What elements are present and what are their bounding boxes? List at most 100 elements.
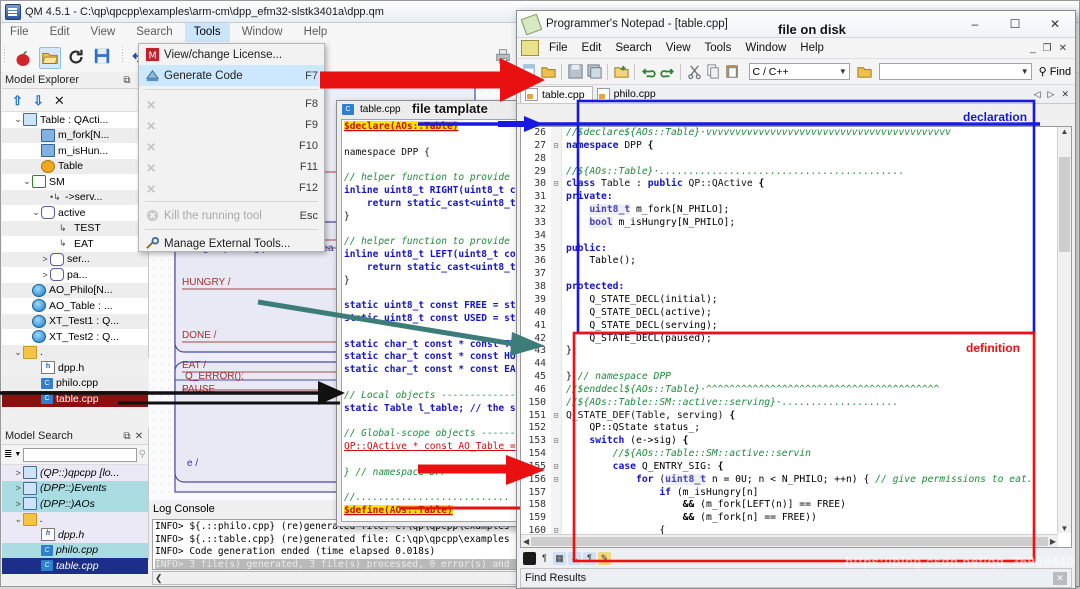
tab-next-icon[interactable]: ▷	[1048, 89, 1055, 100]
pn-menu-view[interactable]: View	[659, 40, 698, 56]
fold-marker-icon[interactable]	[551, 345, 562, 358]
tools-menu-item-manage-external-tools[interactable]: Manage External Tools...	[139, 233, 324, 254]
fold-marker-icon[interactable]	[551, 191, 562, 204]
find-results-close-icon[interactable]: ✕	[1053, 572, 1067, 585]
tools-dropdown-menu[interactable]: MView/change License...Generate CodeF7 F8…	[138, 43, 325, 252]
scroll-thumb[interactable]	[1059, 157, 1070, 252]
model-explorer-row[interactable]: ⌄active	[2, 205, 148, 221]
undock-icon[interactable]: ⧉	[121, 431, 133, 442]
fold-marker-icon[interactable]	[551, 358, 562, 371]
model-explorer-row[interactable]: ⌄SM	[2, 174, 148, 190]
save-icon[interactable]	[567, 63, 584, 81]
bookmark-icon[interactable]	[523, 552, 536, 565]
tree-twisty-icon[interactable]: >	[13, 483, 23, 493]
move-up-icon[interactable]: ⇧	[12, 94, 23, 107]
menu-edit[interactable]: Edit	[41, 23, 79, 42]
pilcrow-icon[interactable]: ¶	[538, 552, 551, 565]
tree-twisty-icon[interactable]: ⌄	[13, 514, 23, 525]
fold-marker-icon[interactable]	[551, 204, 562, 217]
model-explorer-row[interactable]: >pa...	[2, 267, 148, 283]
model-explorer-row[interactable]: Table	[2, 159, 148, 175]
save-all-icon[interactable]	[586, 63, 603, 81]
open-icon[interactable]	[540, 63, 557, 81]
fold-marker-icon[interactable]	[551, 397, 562, 410]
mdi-close-icon[interactable]: ✕	[1059, 43, 1067, 54]
project-icon[interactable]	[856, 63, 873, 81]
scroll-down-icon[interactable]: ▼	[1058, 524, 1071, 533]
tree-twisty-icon[interactable]: >	[40, 254, 50, 264]
close-icon[interactable]: ✕	[133, 431, 145, 442]
minimize-button[interactable]: –	[955, 11, 995, 37]
tools-menu-item-generate-code[interactable]: Generate CodeF7	[139, 65, 324, 86]
fold-marker-icon[interactable]	[551, 333, 562, 346]
tools-menu-item-empty-3[interactable]: F9	[139, 114, 324, 135]
fold-marker-icon[interactable]: ⊟	[551, 178, 562, 191]
template-code-area[interactable]: $declare(AOs::Table)namespace DPP {// he…	[341, 119, 523, 522]
apple-icon[interactable]	[12, 47, 34, 69]
search-icon[interactable]: ⚲	[139, 449, 146, 460]
tree-twisty-icon[interactable]: >	[13, 499, 23, 509]
grid-icon[interactable]: ▦	[553, 552, 566, 565]
model-explorer-row[interactable]: m_fork[N...	[2, 128, 148, 144]
model-explorer-row[interactable]: Cphilo.cpp	[2, 376, 148, 392]
fold-marker-icon[interactable]	[551, 268, 562, 281]
new-icon[interactable]	[521, 63, 538, 81]
close-button[interactable]: ✕	[1035, 11, 1075, 37]
scroll-left-icon[interactable]: ❮	[153, 573, 163, 583]
cut-icon[interactable]	[686, 63, 703, 81]
tools-menu-item-empty-5[interactable]: F11	[139, 156, 324, 177]
fold-marker-icon[interactable]	[551, 512, 562, 525]
scroll-left-icon[interactable]: ◀	[523, 537, 529, 546]
pn-menu-file[interactable]: File	[542, 40, 575, 56]
refresh-icon[interactable]	[66, 47, 88, 69]
fold-marker-icon[interactable]: ⊟	[551, 410, 562, 423]
fold-marker-icon[interactable]: ⊟	[551, 435, 562, 448]
tab-philo-cpp[interactable]: philo.cpp	[593, 86, 663, 103]
fold-marker-icon[interactable]	[551, 217, 562, 230]
print-icon[interactable]	[494, 47, 516, 69]
menu-view[interactable]: View	[81, 23, 124, 42]
fold-marker-icon[interactable]	[551, 384, 562, 397]
model-explorer-row[interactable]: ⌄.	[2, 345, 148, 361]
tab-close-icon[interactable]: ✕	[1061, 89, 1069, 100]
filter-icon[interactable]: ≣	[4, 449, 12, 460]
tools-menu-item-empty-6[interactable]: F12	[139, 177, 324, 198]
model-search-row[interactable]: hdpp.h	[2, 527, 148, 543]
paste-icon[interactable]	[724, 63, 741, 81]
fold-marker-icon[interactable]: ⊟	[551, 474, 562, 487]
model-search-row[interactable]: >(DPP::)Events	[2, 481, 148, 497]
fold-marker-icon[interactable]	[551, 166, 562, 179]
tab-prev-icon[interactable]: ◁	[1034, 89, 1041, 100]
menu-help[interactable]: Help	[295, 23, 337, 42]
menu-search[interactable]: Search	[127, 23, 181, 42]
tools-menu-item-view-change-license[interactable]: MView/change License...	[139, 44, 324, 65]
tools-menu-item-empty-2[interactable]: F8	[139, 93, 324, 114]
file-template-window[interactable]: C table.cpp $declare(AOs::Table)namespac…	[336, 100, 528, 527]
model-search-row[interactable]: >(QP::)qpcpp [lo...	[2, 465, 148, 481]
tab-table-cpp[interactable]: table.cpp	[520, 86, 593, 103]
model-search-row[interactable]: Cphilo.cpp	[2, 543, 148, 559]
mdi-minimize-icon[interactable]: _	[1030, 43, 1036, 54]
scroll-up-icon[interactable]: ▲	[1058, 127, 1071, 137]
model-search-row[interactable]: ⌄.	[2, 512, 148, 528]
model-search-row[interactable]: >(DPP::)AOs	[2, 496, 148, 512]
log-console-hscrollbar[interactable]: ❮	[152, 571, 521, 585]
chevron-down-icon[interactable]: ▼	[1021, 67, 1029, 76]
filter-dropdown-icon[interactable]: ▼	[14, 451, 21, 458]
delete-icon[interactable]: ✕	[54, 94, 65, 107]
tab-nav-buttons[interactable]: ◁ ▷ ✕	[1034, 89, 1075, 100]
fold-marker-icon[interactable]	[551, 255, 562, 268]
tree-twisty-icon[interactable]: >	[40, 270, 50, 280]
pn-window-buttons[interactable]: – ☐ ✕	[955, 11, 1075, 37]
model-search-input[interactable]	[23, 448, 136, 462]
model-explorer-row[interactable]: AO_Philo[N...	[2, 283, 148, 299]
fold-marker-icon[interactable]	[551, 127, 562, 140]
tree-twisty-icon[interactable]: ⌄	[31, 207, 41, 218]
tools-menu-item-kill-the-running-tool[interactable]: Kill the running toolEsc	[139, 205, 324, 226]
fold-marker-icon[interactable]	[551, 448, 562, 461]
fold-marker-icon[interactable]: ⊟	[551, 140, 562, 153]
pn-mdi-buttons[interactable]: _ ❐ ✕	[1030, 43, 1075, 54]
pn-code-editor[interactable]: 26//$declare${AOs::Table}·vvvvvvvvvvvvvv…	[520, 126, 1072, 548]
fold-marker-icon[interactable]	[551, 371, 562, 384]
model-explorer-row[interactable]: ↳EAT	[2, 236, 148, 252]
